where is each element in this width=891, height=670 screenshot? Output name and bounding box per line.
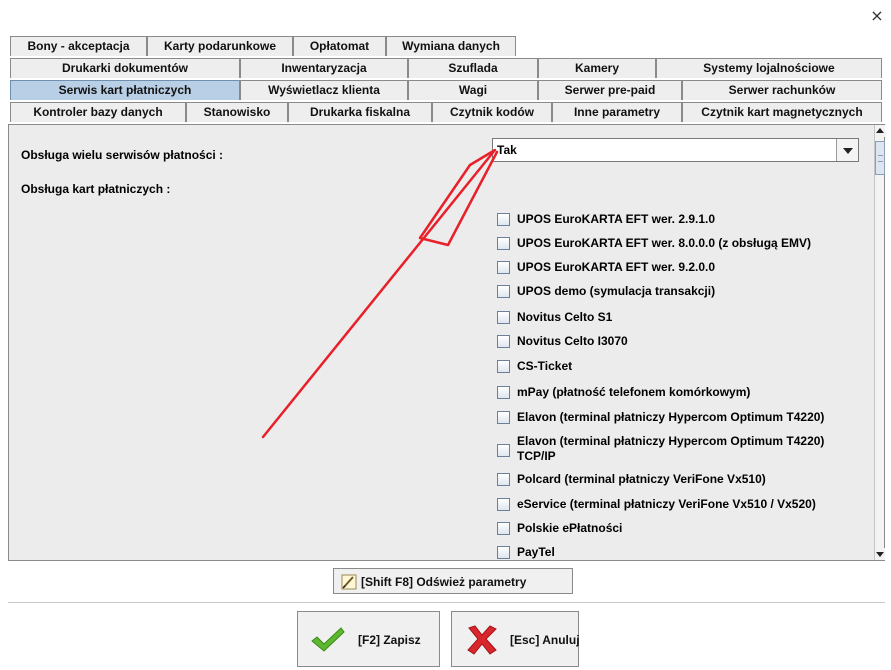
settings-content: Obsługa wielu serwisów płatności : Tak O… (9, 125, 875, 560)
settings-panel: Obsługa wielu serwisów płatności : Tak O… (8, 124, 885, 561)
tab-stanowisko[interactable]: Stanowisko (186, 102, 288, 122)
tab-serwer-pre-paid[interactable]: Serwer pre-paid (538, 80, 682, 100)
tab-strip: Bony - akceptacja Karty podarunkowe Opła… (0, 36, 891, 124)
tab-inne-parametry[interactable]: Inne parametry (552, 102, 682, 122)
tab-bony-akceptacja[interactable]: Bony - akceptacja (10, 36, 147, 56)
refresh-parameters-button[interactable]: [Shift F8] Odśwież parametry (333, 568, 573, 594)
tab-drukarki-dokumentow[interactable]: Drukarki dokumentów (10, 58, 240, 78)
title-bar: × (0, 0, 891, 34)
close-icon[interactable]: × (867, 6, 887, 26)
tab-wymiana-danych[interactable]: Wymiana danych (386, 36, 516, 56)
checkbox[interactable] (497, 411, 510, 424)
checkbox[interactable] (497, 546, 510, 559)
card-option-label: Novitus Celto S1 (517, 310, 613, 324)
tab-czytnik-kart-magnetycznych[interactable]: Czytnik kart magnetycznych (682, 102, 882, 122)
scroll-down-icon[interactable] (875, 548, 885, 560)
multi-service-value: Tak (497, 143, 517, 157)
checkbox[interactable] (497, 498, 510, 511)
multi-service-select[interactable]: Tak (492, 138, 859, 162)
card-option-label: UPOS EuroKARTA EFT wer. 2.9.1.0 (517, 212, 716, 226)
scroll-up-icon[interactable] (875, 125, 885, 137)
tab-szuflada[interactable]: Szuflada (408, 58, 538, 78)
card-option-label: mPay (płatność telefonem komórkowym) (517, 385, 751, 399)
checkbox[interactable] (497, 473, 510, 486)
card-option-label: Elavon (terminal płatniczy Hypercom Opti… (517, 410, 825, 424)
red-x-icon (467, 625, 497, 655)
checkbox[interactable] (497, 335, 510, 348)
card-option-label: Elavon (terminal płatniczy Hypercom Opti… (517, 434, 825, 448)
checkbox[interactable] (497, 360, 510, 373)
tab-oplatomat[interactable]: Opłatomat (293, 36, 386, 56)
tab-systemy-lojalnosciowe[interactable]: Systemy lojalnościowe (656, 58, 882, 78)
tab-wagi[interactable]: Wagi (408, 80, 538, 100)
tab-drukarka-fiskalna[interactable]: Drukarka fiskalna (288, 102, 432, 122)
save-button-label: [F2] Zapisz (358, 633, 421, 647)
card-option-label: PayTel (517, 545, 555, 559)
cancel-button[interactable]: [Esc] Anuluj (451, 611, 580, 667)
card-option-label: CS-Ticket (517, 359, 573, 373)
card-option-label: UPOS EuroKARTA EFT wer. 8.0.0.0 (z obsłu… (517, 236, 812, 250)
separator (8, 602, 885, 603)
vertical-scrollbar[interactable] (874, 125, 885, 560)
tab-wyswietlacz-klienta[interactable]: Wyświetlacz klienta (240, 80, 408, 100)
green-check-icon (311, 627, 345, 652)
tab-serwer-rachunkow[interactable]: Serwer rachunków (682, 80, 882, 100)
pencil-ruler-icon (341, 574, 357, 590)
scroll-thumb[interactable] (875, 141, 885, 175)
card-option-label: eService (terminal płatniczy VeriFone Vx… (517, 497, 816, 511)
card-option-label: UPOS EuroKARTA EFT wer. 9.2.0.0 (517, 260, 716, 274)
cards-label: Obsługa kart płatniczych : (21, 182, 171, 196)
checkbox[interactable] (497, 522, 510, 535)
tab-serwis-kart-platniczych[interactable]: Serwis kart płatniczych (10, 80, 240, 100)
card-option-label: Polskie ePłatności (517, 521, 623, 535)
checkbox[interactable] (497, 444, 510, 457)
tab-kamery[interactable]: Kamery (538, 58, 656, 78)
card-option-label: UPOS demo (symulacja transakcji) (517, 284, 716, 298)
checkbox[interactable] (497, 285, 510, 298)
refresh-button-label: [Shift F8] Odśwież parametry (361, 575, 527, 589)
card-option-label-line2: TCP/IP (517, 449, 556, 463)
multi-service-label: Obsługa wielu serwisów płatności : (21, 148, 224, 162)
tab-kontroler-bazy-danych[interactable]: Kontroler bazy danych (10, 102, 186, 122)
checkbox[interactable] (497, 261, 510, 274)
card-option-label: Novitus Celto I3070 (517, 334, 628, 348)
chevron-down-icon[interactable] (836, 139, 858, 161)
card-option-label: Polcard (terminal płatniczy VeriFone Vx5… (517, 472, 766, 486)
tab-czytnik-kodow[interactable]: Czytnik kodów (432, 102, 552, 122)
checkbox[interactable] (497, 386, 510, 399)
checkbox[interactable] (497, 237, 510, 250)
cancel-button-label: [Esc] Anuluj (510, 633, 580, 647)
tab-karty-podarunkowe[interactable]: Karty podarunkowe (147, 36, 293, 56)
checkbox[interactable] (497, 311, 510, 324)
checkbox[interactable] (497, 213, 510, 226)
tab-inwentaryzacja[interactable]: Inwentaryzacja (240, 58, 408, 78)
save-button[interactable]: [F2] Zapisz (297, 611, 440, 667)
